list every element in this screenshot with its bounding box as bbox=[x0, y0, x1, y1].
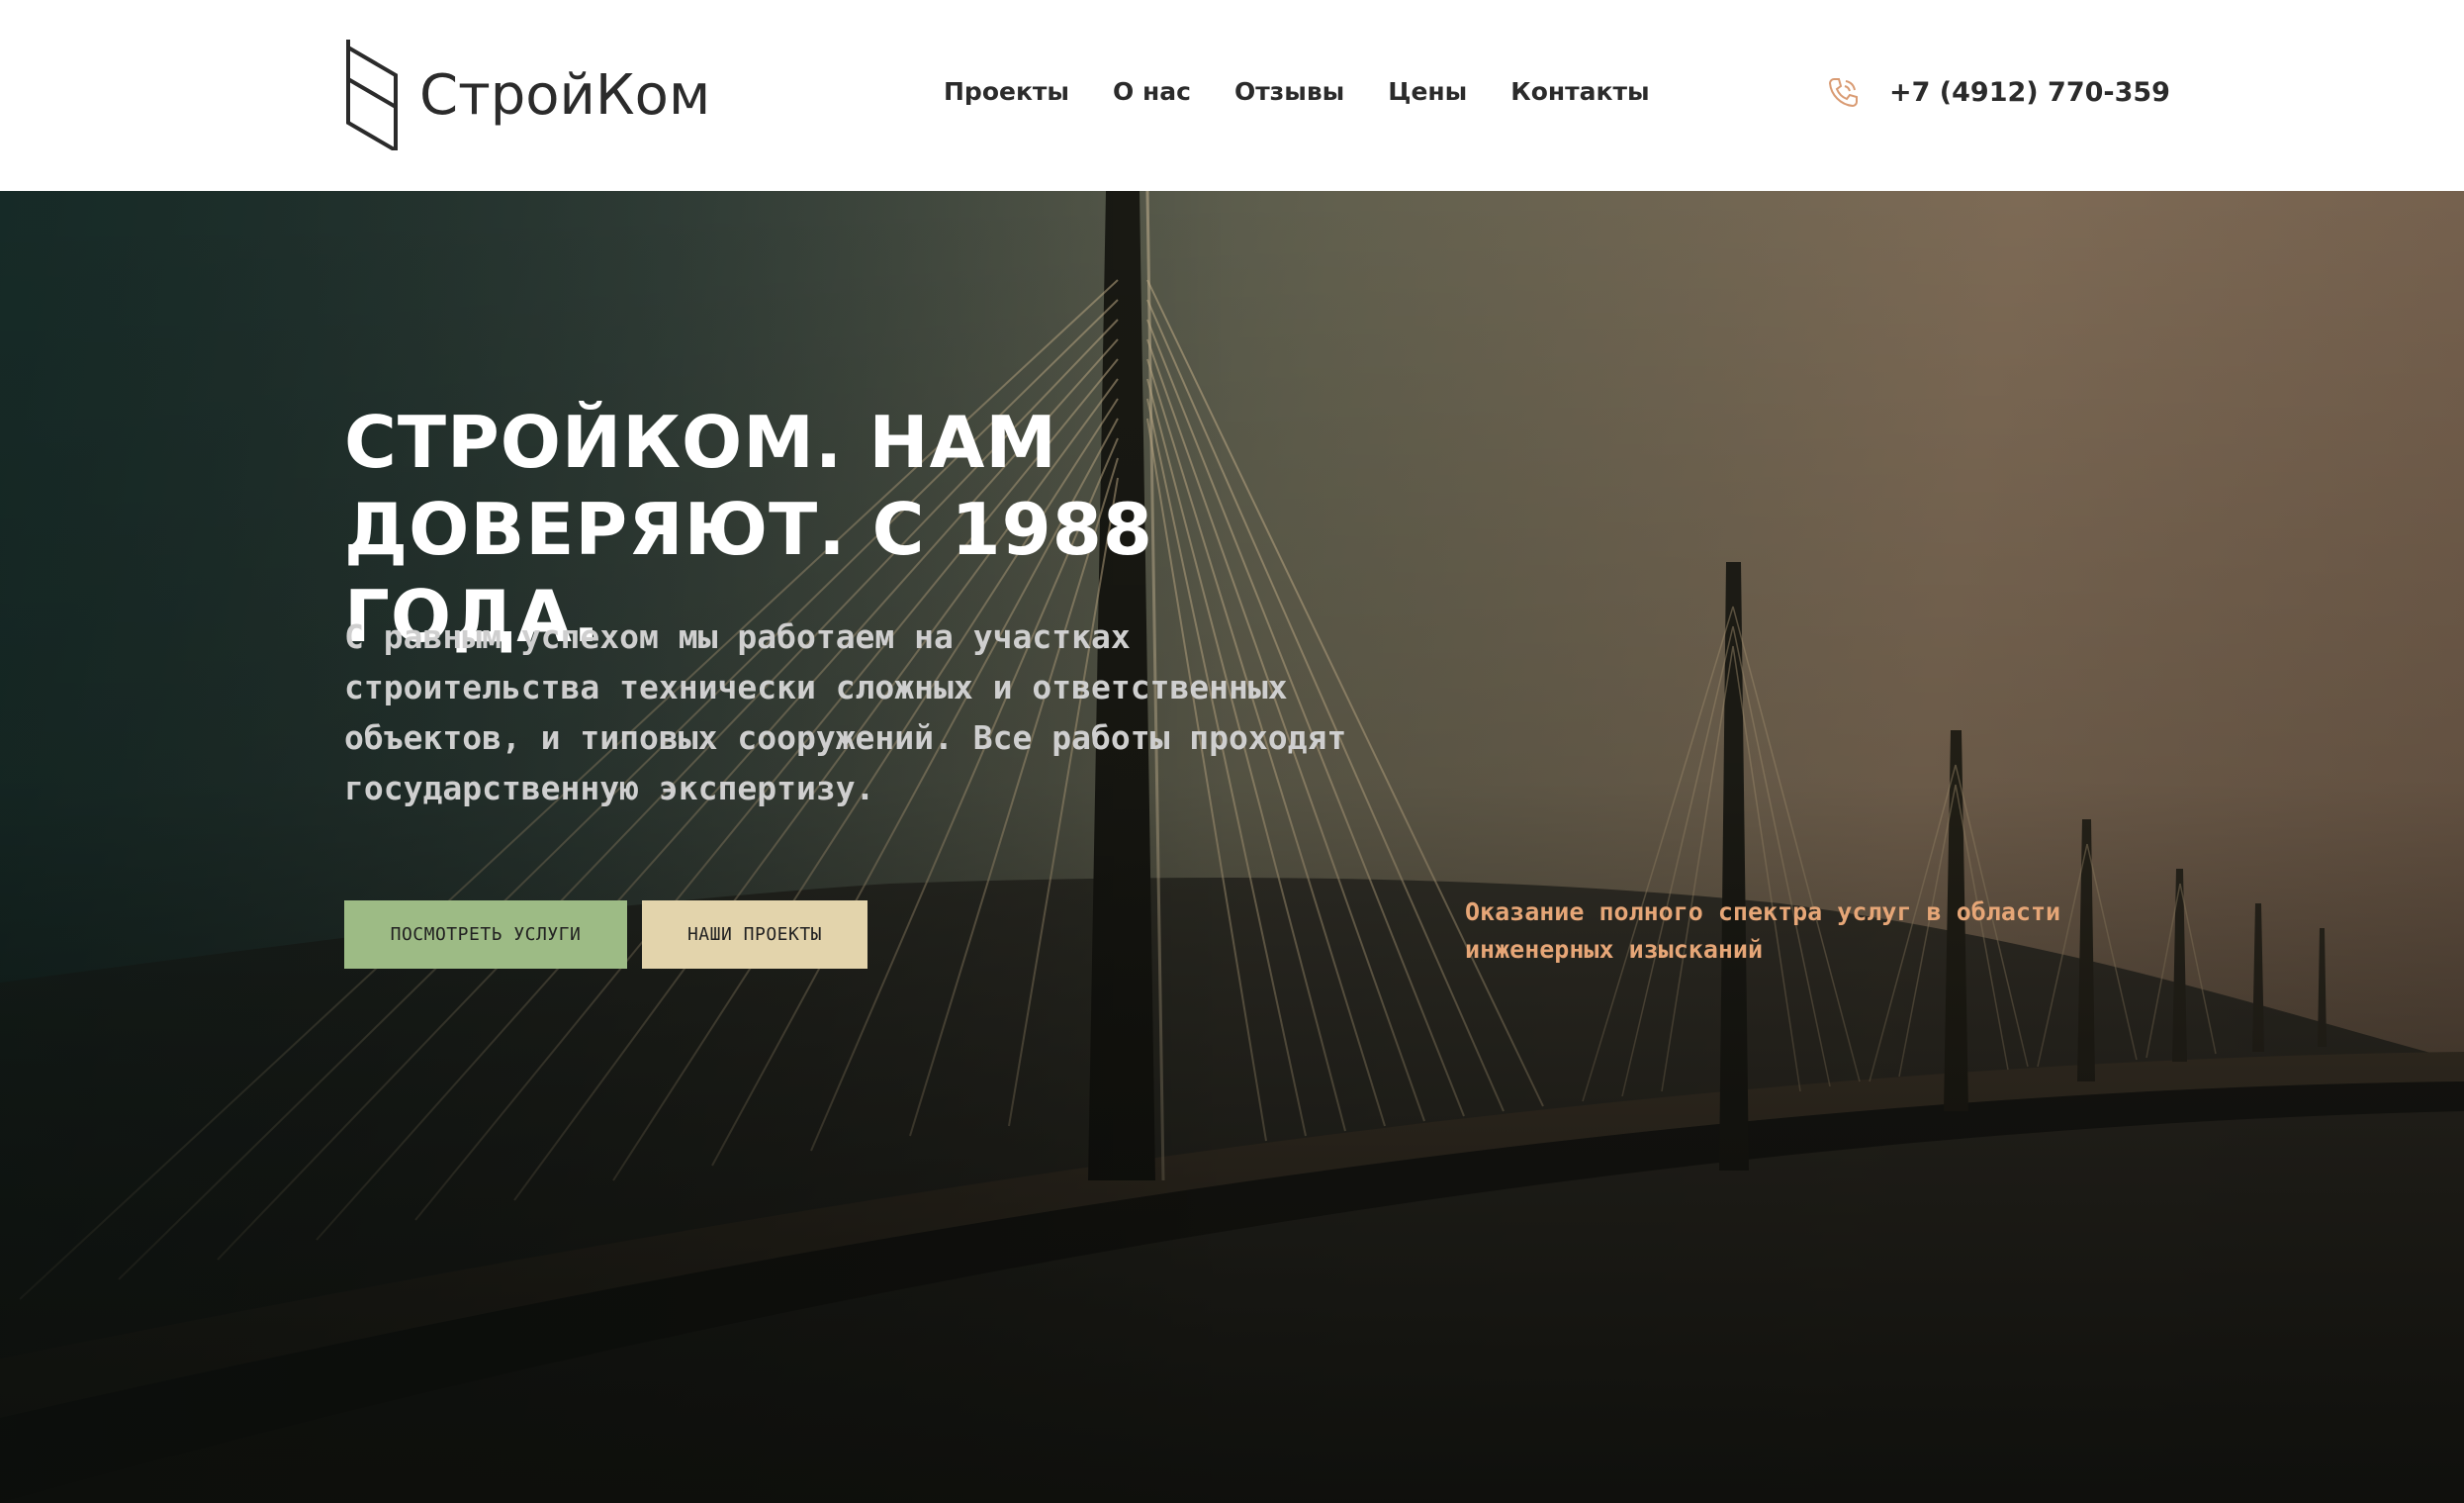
nav-item-contacts[interactable]: Контакты bbox=[1510, 77, 1649, 106]
hero-bridge-image bbox=[0, 191, 2464, 1503]
nav-item-about[interactable]: О нас bbox=[1113, 77, 1191, 106]
logo-text: СтройКом bbox=[419, 62, 711, 128]
logo[interactable]: СтройКом bbox=[344, 40, 710, 150]
phone-icon bbox=[1828, 78, 1858, 108]
header-phone[interactable]: +7 (4912) 770-359 bbox=[1826, 75, 2170, 109]
hero-note: Оказание полного спектра услуг в области… bbox=[1465, 897, 2061, 964]
view-services-button[interactable]: ПОСМОТРЕТЬ УСЛУГИ bbox=[344, 900, 627, 969]
hero-description: С равным успехом мы работаем на участках… bbox=[344, 617, 1347, 807]
our-projects-button[interactable]: НАШИ ПРОЕКТЫ bbox=[642, 900, 867, 969]
hero-section: СТРОЙКОМ. НАМ ДОВЕРЯЮТ. С 1988 ГОДА. С р… bbox=[0, 191, 2464, 1503]
site-header: СтройКом Проекты О нас Отзывы Цены Конта… bbox=[0, 0, 2464, 191]
logo-icon bbox=[346, 40, 398, 150]
phone-number[interactable]: +7 (4912) 770-359 bbox=[1889, 77, 2170, 108]
main-nav: Проекты О нас Отзывы Цены Контакты bbox=[944, 77, 1650, 106]
nav-item-prices[interactable]: Цены bbox=[1388, 77, 1467, 106]
nav-item-reviews[interactable]: Отзывы bbox=[1234, 77, 1344, 106]
nav-item-projects[interactable]: Проекты bbox=[944, 77, 1069, 106]
